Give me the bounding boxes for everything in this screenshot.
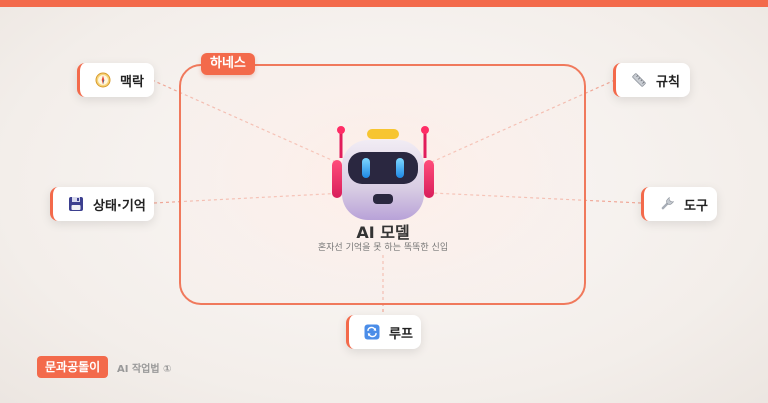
series-label: AI 작업법 ① [117,364,172,375]
card-tools-label: 도구 [684,198,708,214]
card-context[interactable]: 맥락 [77,63,154,97]
robot-icon [332,126,434,220]
compass-icon [94,71,112,89]
card-rules-label: 규칙 [656,74,680,90]
harness-label: 하네스 [201,53,255,75]
card-context-label: 맥락 [120,74,144,90]
ruler-icon [630,71,648,89]
loop-arrows-icon [363,323,381,341]
card-rules[interactable]: 규칙 [613,63,690,97]
center-subtitle: 혼자선 기억을 못 하는 똑똑한 신입 [317,243,449,253]
card-state-memory[interactable]: 상태·기억 [50,187,154,221]
card-loop-label: 루프 [389,326,413,342]
wrench-icon [658,195,676,213]
card-state-memory-label: 상태·기억 [93,198,146,214]
floppy-disk-icon [67,195,85,213]
card-loop[interactable]: 루프 [346,315,421,349]
card-tools[interactable]: 도구 [641,187,717,221]
brand-badge: 문과공돌이 [37,356,109,378]
